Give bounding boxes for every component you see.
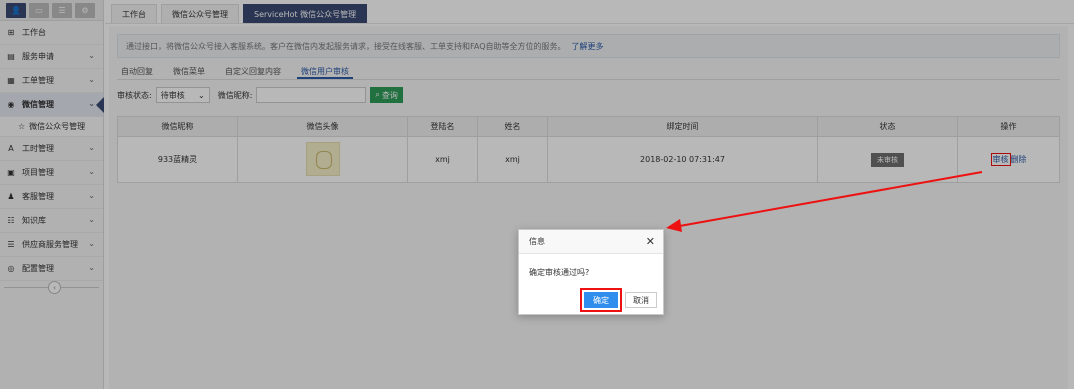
close-icon[interactable]: ✕ (646, 235, 655, 248)
cancel-button[interactable]: 取消 (625, 292, 657, 308)
dialog-header: 信息 ✕ (519, 230, 663, 254)
arrow-line (673, 171, 983, 228)
dialog-footer: 确定 取消 (580, 288, 657, 312)
arrow-head (666, 219, 682, 232)
confirm-button[interactable]: 确定 (580, 288, 622, 312)
confirm-dialog: 信息 ✕ 确定审核通过吗? 确定 取消 (518, 229, 664, 315)
dialog-title: 信息 (529, 237, 545, 246)
dialog-message: 确定审核通过吗? (529, 268, 590, 277)
app-root: 👤 ▭ ☰ ⚙ ⊞ 工作台 ▤ 服务申请 ⌄ ▦ 工单管理 ⌄ ◉ 微信管理 ⌄… (0, 0, 1074, 389)
annotation-arrow (666, 171, 983, 232)
